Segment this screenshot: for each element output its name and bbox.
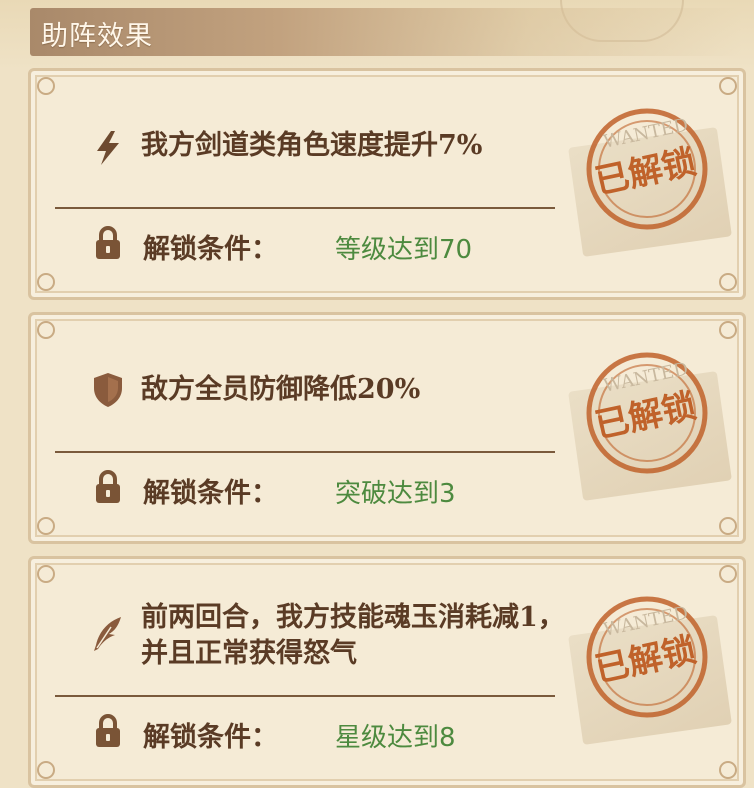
- corner-ornament: [37, 321, 55, 339]
- corner-ornament: [719, 273, 737, 291]
- unlocked-stamp: WANTED 已解锁: [586, 108, 708, 230]
- effect-text: 敌方全员防御降低20%: [141, 374, 421, 405]
- unlock-condition-label: 解锁条件：: [143, 234, 278, 265]
- lock-icon: [96, 714, 120, 747]
- corner-ornament: [719, 761, 737, 779]
- corner-ornament: [719, 517, 737, 535]
- lock-icon: [96, 226, 120, 259]
- section-title: 助阵效果: [41, 21, 153, 52]
- divider: [55, 207, 555, 209]
- effect-card-1: 我方剑道类角色速度提升7% 解锁条件： 等级达到70 WANTED 已解锁: [28, 68, 746, 300]
- effect-text: 我方剑道类角色速度提升7%: [141, 130, 483, 161]
- unlock-condition-value: 突破达到3: [335, 479, 456, 509]
- corner-ornament: [37, 273, 55, 291]
- unlock-condition-label: 解锁条件：: [143, 722, 278, 753]
- unlock-condition-label: 解锁条件：: [143, 478, 278, 509]
- corner-ornament: [37, 565, 55, 583]
- effect-card-3: 前两回合，我方技能魂玉消耗减1， 并且正常获得怒气 解锁条件： 星级达到8 WA…: [28, 556, 746, 788]
- unlock-condition-value: 等级达到70: [335, 235, 473, 265]
- corner-ornament: [37, 517, 55, 535]
- unlocked-stamp: WANTED 已解锁: [586, 352, 708, 474]
- lock-icon: [96, 470, 120, 503]
- effect-text: 前两回合，我方技能魂玉消耗减1，: [141, 602, 565, 633]
- shield-icon: [94, 373, 122, 407]
- corner-ornament: [719, 565, 737, 583]
- divider: [55, 451, 555, 453]
- effect-text-line2: 并且正常获得怒气: [141, 638, 357, 669]
- effect-card-2: 敌方全员防御降低20% 解锁条件： 突破达到3 WANTED 已解锁: [28, 312, 746, 544]
- lightning-icon: [97, 131, 119, 165]
- corner-ornament: [719, 321, 737, 339]
- feather-icon: [94, 617, 121, 651]
- corner-ornament: [719, 77, 737, 95]
- unlock-condition-value: 星级达到8: [335, 723, 456, 753]
- divider: [55, 695, 555, 697]
- corner-ornament: [37, 77, 55, 95]
- corner-ornament: [37, 761, 55, 779]
- unlocked-stamp: WANTED 已解锁: [586, 596, 708, 718]
